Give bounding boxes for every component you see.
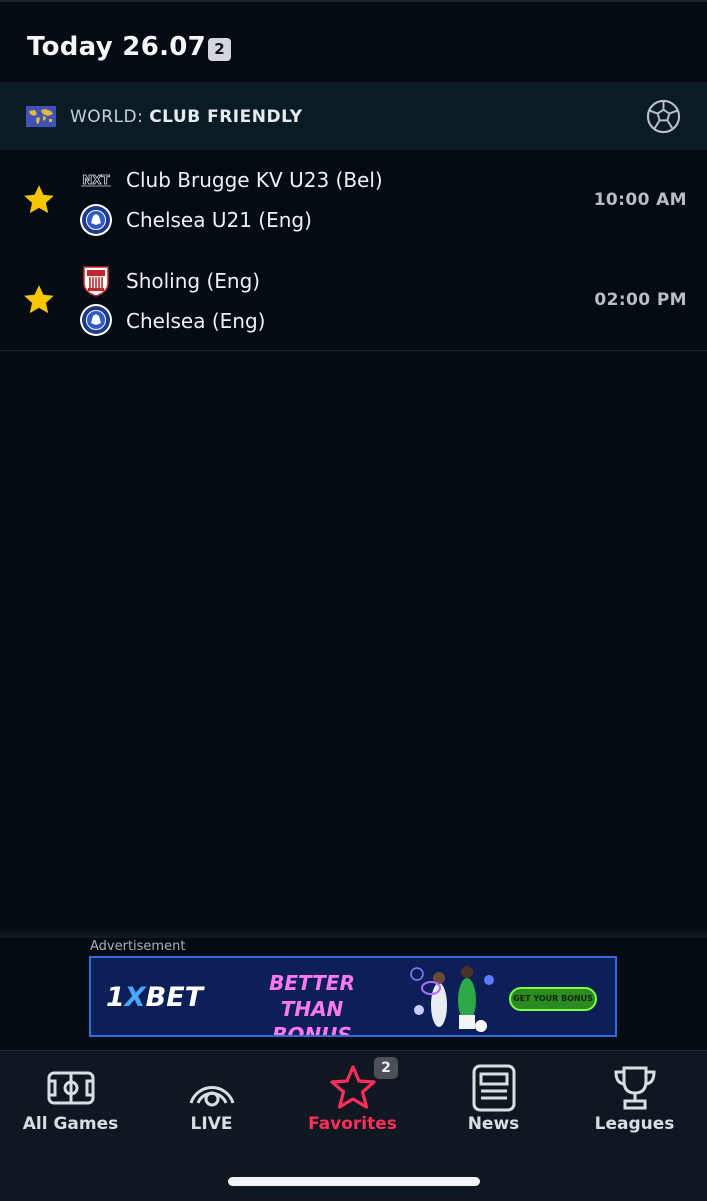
match-time: 10:00 AM	[593, 190, 687, 210]
live-signal-icon	[189, 1086, 235, 1107]
tab-live[interactable]: LIVE	[141, 1060, 282, 1140]
svg-text:NXT: NXT	[82, 173, 110, 187]
favorites-count-badge: 2	[374, 1057, 398, 1079]
league-name: CLUB FRIENDLY	[149, 107, 303, 127]
ad-cta-button[interactable]: GET YOUR BONUS	[509, 987, 597, 1011]
page-title: Today 26.07.	[27, 32, 217, 62]
match-time: 02:00 PM	[594, 290, 687, 310]
away-team-name: Chelsea (Eng)	[126, 309, 266, 333]
home-indicator[interactable]	[228, 1177, 480, 1186]
ad-headline: BETTER THAN BONUS	[269, 971, 355, 1037]
tab-all-games[interactable]: All Games	[0, 1060, 141, 1140]
tab-label: All Games	[22, 1114, 119, 1134]
ad-brand-logo: 1XBET	[106, 982, 204, 1013]
favorite-star-icon[interactable]	[22, 183, 56, 217]
league-title: WORLD: CLUB FRIENDLY	[70, 107, 303, 127]
soccer-ball-icon	[646, 99, 681, 134]
league-region: WORLD:	[70, 107, 150, 127]
ad-separator	[0, 928, 707, 938]
pitch-icon	[47, 1071, 95, 1105]
trophy-icon	[614, 1066, 656, 1110]
sholing-logo-icon	[83, 266, 109, 297]
club-brugge-logo-icon: NXT	[81, 173, 111, 187]
ad-athletes-image	[409, 960, 499, 1035]
tab-label: LIVE	[190, 1114, 233, 1134]
home-team-name: Club Brugge KV U23 (Bel)	[126, 168, 383, 192]
chelsea-logo-icon	[80, 304, 112, 336]
tab-label: Leagues	[594, 1114, 675, 1134]
away-team-name: Chelsea U21 (Eng)	[126, 208, 312, 232]
ad-label: Advertisement	[90, 939, 186, 954]
tab-favorites[interactable]: Favorites	[282, 1060, 423, 1140]
star-outline-icon	[330, 1065, 376, 1109]
chelsea-logo-icon	[80, 204, 112, 236]
tab-leagues[interactable]: Leagues	[564, 1060, 705, 1140]
tab-news[interactable]: News	[423, 1060, 564, 1140]
favorite-star-icon[interactable]	[22, 283, 56, 317]
newspaper-icon	[472, 1064, 516, 1112]
ad-banner[interactable]: 1XBET BETTER THAN BONUS GET YOUR BONUS	[89, 956, 617, 1037]
tab-label: News	[467, 1114, 520, 1134]
match-count-badge: 2	[208, 38, 231, 61]
home-team-name: Sholing (Eng)	[126, 269, 261, 293]
tab-label: Favorites	[308, 1114, 397, 1134]
world-flag-icon	[26, 106, 56, 127]
